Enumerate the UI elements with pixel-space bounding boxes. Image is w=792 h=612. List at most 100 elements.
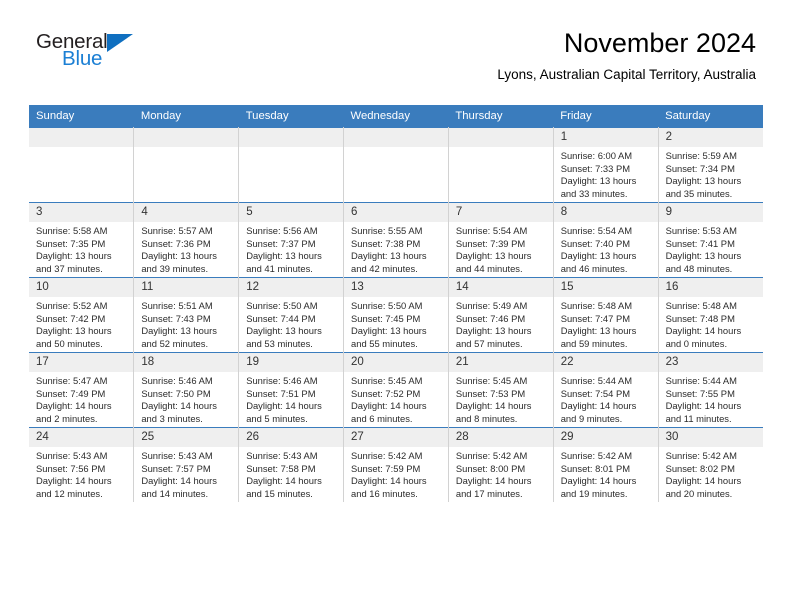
daylight-text: Daylight: 13 hours and 42 minutes. (351, 250, 427, 274)
day-info: Sunrise: 5:51 AM Sunset: 7:43 PM Dayligh… (134, 297, 238, 350)
daylight-text: Daylight: 13 hours and 57 minutes. (455, 325, 532, 349)
sunrise-text: Sunrise: 5:42 AM (455, 450, 528, 461)
day-cell[interactable]: 8 Sunrise: 5:54 AM Sunset: 7:40 PM Dayli… (553, 202, 659, 278)
day-info: Sunrise: 5:58 AM Sunset: 7:35 PM Dayligh… (29, 222, 133, 275)
day-cell[interactable]: 11 Sunrise: 5:51 AM Sunset: 7:43 PM Dayl… (133, 277, 240, 353)
calendar-week-row: 17 Sunrise: 5:47 AM Sunset: 7:49 PM Dayl… (29, 352, 763, 428)
sunrise-text: Sunrise: 5:49 AM (455, 300, 528, 311)
weekday-header-monday: Monday (133, 105, 239, 128)
day-cell[interactable]: 2 Sunrise: 5:59 AM Sunset: 7:34 PM Dayli… (658, 127, 763, 203)
daylight-text: Daylight: 14 hours and 0 minutes. (665, 325, 742, 349)
day-cell[interactable]: 28 Sunrise: 5:42 AM Sunset: 8:00 PM Dayl… (448, 427, 554, 502)
day-cell[interactable]: 4 Sunrise: 5:57 AM Sunset: 7:36 PM Dayli… (133, 202, 240, 278)
daylight-text: Daylight: 13 hours and 59 minutes. (560, 325, 637, 349)
day-number (29, 128, 134, 147)
day-cell[interactable]: 17 Sunrise: 5:47 AM Sunset: 7:49 PM Dayl… (29, 352, 135, 428)
sunset-text: Sunset: 7:44 PM (246, 312, 316, 324)
day-info: Sunrise: 5:44 AM Sunset: 7:55 PM Dayligh… (659, 372, 763, 425)
daylight-text: Daylight: 13 hours and 35 minutes. (665, 175, 742, 199)
day-cell[interactable]: 27 Sunrise: 5:42 AM Sunset: 7:59 PM Dayl… (343, 427, 449, 502)
calendar-week-row: 24 Sunrise: 5:43 AM Sunset: 7:56 PM Dayl… (29, 427, 763, 502)
day-cell[interactable]: 16 Sunrise: 5:48 AM Sunset: 7:48 PM Dayl… (658, 277, 763, 353)
day-number: 8 (553, 203, 658, 222)
sunrise-text: Sunrise: 5:47 AM (36, 375, 108, 386)
sunrise-text: Sunrise: 5:57 AM (141, 225, 213, 236)
day-cell[interactable]: 22 Sunrise: 5:44 AM Sunset: 7:54 PM Dayl… (553, 352, 659, 428)
sunset-text: Sunset: 7:48 PM (665, 312, 735, 324)
sunset-text: Sunset: 7:42 PM (36, 312, 106, 324)
daylight-text: Daylight: 13 hours and 50 minutes. (36, 325, 112, 349)
day-number (344, 128, 448, 147)
day-number: 14 (448, 278, 553, 297)
day-number: 7 (448, 203, 553, 222)
day-cell[interactable]: 14 Sunrise: 5:49 AM Sunset: 7:46 PM Dayl… (448, 277, 554, 353)
sunrise-text: Sunrise: 5:50 AM (246, 300, 318, 311)
day-cell[interactable]: 25 Sunrise: 5:43 AM Sunset: 7:57 PM Dayl… (133, 427, 240, 502)
day-number: 30 (658, 428, 763, 447)
day-cell[interactable]: 18 Sunrise: 5:46 AM Sunset: 7:50 PM Dayl… (133, 352, 240, 428)
day-cell[interactable]: 26 Sunrise: 5:43 AM Sunset: 7:58 PM Dayl… (238, 427, 345, 502)
day-number: 22 (553, 353, 658, 372)
page-title: November 2024 (563, 28, 756, 58)
day-number: 15 (553, 278, 658, 297)
day-cell[interactable]: 5 Sunrise: 5:56 AM Sunset: 7:37 PM Dayli… (238, 202, 345, 278)
day-cell[interactable]: 19 Sunrise: 5:46 AM Sunset: 7:51 PM Dayl… (238, 352, 345, 428)
sunset-text: Sunset: 7:56 PM (36, 462, 106, 474)
day-cell[interactable]: 30 Sunrise: 5:42 AM Sunset: 8:02 PM Dayl… (658, 427, 763, 502)
day-cell[interactable]: 21 Sunrise: 5:45 AM Sunset: 7:53 PM Dayl… (448, 352, 554, 428)
sunset-text: Sunset: 7:58 PM (246, 462, 316, 474)
day-cell[interactable]: 6 Sunrise: 5:55 AM Sunset: 7:38 PM Dayli… (343, 202, 449, 278)
day-cell[interactable]: 13 Sunrise: 5:50 AM Sunset: 7:45 PM Dayl… (343, 277, 449, 353)
day-info: Sunrise: 6:00 AM Sunset: 7:33 PM Dayligh… (554, 147, 658, 200)
sunrise-text: Sunrise: 5:48 AM (560, 300, 633, 311)
sunrise-text: Sunrise: 5:53 AM (665, 225, 737, 236)
day-cell[interactable]: 1 Sunrise: 6:00 AM Sunset: 7:33 PM Dayli… (553, 127, 659, 203)
daylight-text: Daylight: 13 hours and 55 minutes. (351, 325, 427, 349)
day-number: 2 (658, 128, 763, 147)
sunrise-text: Sunrise: 5:59 AM (665, 150, 737, 161)
sunrise-text: Sunrise: 5:45 AM (351, 375, 423, 386)
daylight-text: Daylight: 14 hours and 5 minutes. (246, 400, 322, 424)
day-cell[interactable]: 29 Sunrise: 5:42 AM Sunset: 8:01 PM Dayl… (553, 427, 659, 502)
sunrise-text: Sunrise: 5:52 AM (36, 300, 108, 311)
day-cell[interactable]: 24 Sunrise: 5:43 AM Sunset: 7:56 PM Dayl… (29, 427, 135, 502)
day-cell[interactable] (238, 127, 345, 203)
day-cell[interactable]: 23 Sunrise: 5:44 AM Sunset: 7:55 PM Dayl… (658, 352, 763, 428)
day-cell[interactable]: 20 Sunrise: 5:45 AM Sunset: 7:52 PM Dayl… (343, 352, 449, 428)
calendar-body: 1 Sunrise: 6:00 AM Sunset: 7:33 PM Dayli… (29, 127, 763, 502)
day-cell[interactable] (448, 127, 554, 203)
sunset-text: Sunset: 8:01 PM (560, 462, 631, 474)
day-cell[interactable]: 9 Sunrise: 5:53 AM Sunset: 7:41 PM Dayli… (658, 202, 763, 278)
day-cell[interactable] (133, 127, 240, 203)
weekday-header-tuesday: Tuesday (238, 105, 344, 128)
daylight-text: Daylight: 14 hours and 11 minutes. (665, 400, 742, 424)
sunset-text: Sunset: 8:00 PM (455, 462, 526, 474)
day-cell[interactable] (29, 127, 135, 203)
daylight-text: Daylight: 13 hours and 52 minutes. (141, 325, 217, 349)
day-info: Sunrise: 5:54 AM Sunset: 7:40 PM Dayligh… (554, 222, 658, 275)
day-cell[interactable]: 7 Sunrise: 5:54 AM Sunset: 7:39 PM Dayli… (448, 202, 554, 278)
daylight-text: Daylight: 13 hours and 39 minutes. (141, 250, 217, 274)
day-cell[interactable]: 10 Sunrise: 5:52 AM Sunset: 7:42 PM Dayl… (29, 277, 135, 353)
day-number: 17 (29, 353, 134, 372)
day-info: Sunrise: 5:45 AM Sunset: 7:52 PM Dayligh… (344, 372, 448, 425)
calendar-week-row: 3 Sunrise: 5:58 AM Sunset: 7:35 PM Dayli… (29, 202, 763, 278)
daylight-text: Daylight: 14 hours and 9 minutes. (560, 400, 637, 424)
sunrise-text: Sunrise: 5:43 AM (36, 450, 108, 461)
daylight-text: Daylight: 14 hours and 6 minutes. (351, 400, 427, 424)
day-cell[interactable]: 12 Sunrise: 5:50 AM Sunset: 7:44 PM Dayl… (238, 277, 345, 353)
day-info: Sunrise: 5:43 AM Sunset: 7:56 PM Dayligh… (29, 447, 133, 500)
day-number: 5 (239, 203, 344, 222)
daylight-text: Daylight: 14 hours and 16 minutes. (351, 475, 427, 499)
day-info: Sunrise: 5:50 AM Sunset: 7:45 PM Dayligh… (344, 297, 448, 350)
day-cell[interactable] (343, 127, 449, 203)
weekday-header-saturday: Saturday (658, 105, 763, 128)
day-info: Sunrise: 5:48 AM Sunset: 7:48 PM Dayligh… (659, 297, 763, 350)
day-cell[interactable]: 3 Sunrise: 5:58 AM Sunset: 7:35 PM Dayli… (29, 202, 135, 278)
day-info: Sunrise: 5:42 AM Sunset: 8:00 PM Dayligh… (449, 447, 553, 500)
sunrise-text: Sunrise: 5:45 AM (455, 375, 528, 386)
day-cell[interactable]: 15 Sunrise: 5:48 AM Sunset: 7:47 PM Dayl… (553, 277, 659, 353)
day-info: Sunrise: 5:43 AM Sunset: 7:57 PM Dayligh… (134, 447, 238, 500)
sunset-text: Sunset: 7:47 PM (560, 312, 631, 324)
day-number: 28 (448, 428, 553, 447)
